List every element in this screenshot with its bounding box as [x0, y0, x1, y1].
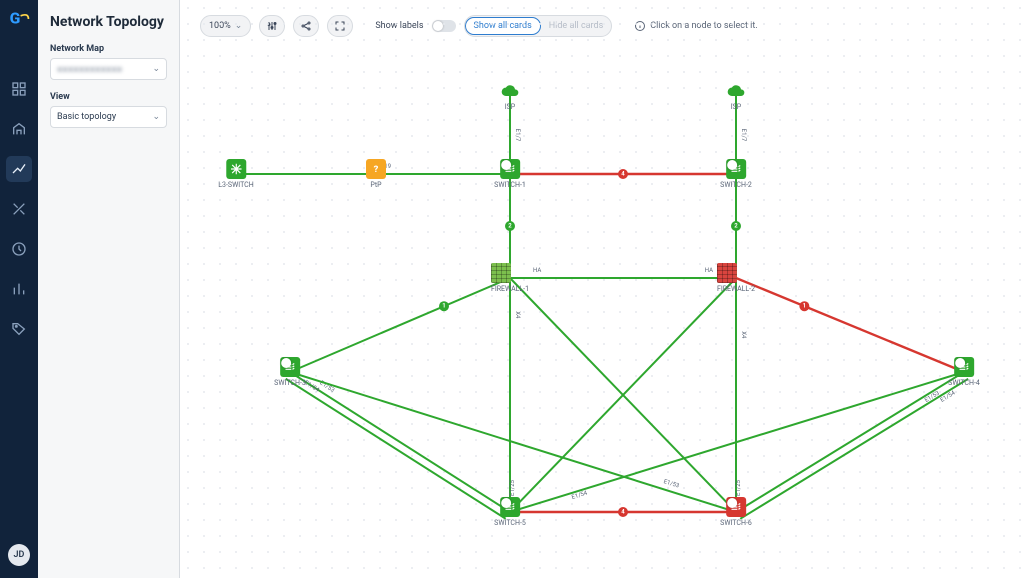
- svg-text:E1/25: E1/25: [735, 479, 742, 496]
- node-label: SWITCH-1: [494, 181, 526, 189]
- svg-text:4: 4: [621, 171, 625, 178]
- svg-text:1: 1: [442, 303, 445, 310]
- chevron-down-icon: ⌄: [152, 112, 160, 122]
- node-isp1[interactable]: ISP: [500, 81, 520, 111]
- node-sw2[interactable]: SWITCH-2: [720, 159, 752, 189]
- node-label: L3-SWITCH: [218, 181, 253, 189]
- svg-text:HA: HA: [705, 267, 713, 274]
- node-isp2[interactable]: ISP: [726, 81, 746, 111]
- node-sw5[interactable]: SWITCH-5: [494, 497, 526, 527]
- svg-text:E1/7: E1/7: [740, 129, 747, 142]
- svg-text:E1/53: E1/53: [663, 478, 680, 489]
- node-label: SWITCH-2: [720, 181, 752, 189]
- node-sw1[interactable]: SWITCH-1: [494, 159, 526, 189]
- svg-text:G: G: [10, 9, 21, 28]
- node-l3[interactable]: L3-SWITCH: [218, 159, 253, 189]
- node-fw2[interactable]: FIREWALL-2: [717, 263, 755, 293]
- app-logo: G: [8, 8, 30, 30]
- node-ptp[interactable]: ? PtP: [366, 159, 386, 189]
- side-panel: Network Topology Network Map ●●●●●●●●●●●…: [38, 0, 180, 578]
- node-label: ISP: [726, 103, 746, 111]
- svg-text:4: 4: [621, 509, 625, 516]
- svg-text:?: ?: [374, 164, 379, 175]
- node-label: ISP: [500, 103, 520, 111]
- node-label: SWITCH-3: [274, 379, 306, 387]
- svg-text:E1/25: E1/25: [509, 479, 516, 496]
- node-label: FIREWALL-2: [717, 285, 755, 293]
- node-fw1[interactable]: FIREWALL-1: [491, 263, 529, 293]
- svg-text:X4: X4: [514, 311, 521, 319]
- map-label: Network Map: [50, 44, 167, 54]
- nav-alerts[interactable]: [6, 196, 32, 222]
- node-sw3[interactable]: SWITCH-3: [274, 357, 306, 387]
- node-label: SWITCH-5: [494, 519, 526, 527]
- svg-text:2: 2: [508, 223, 512, 230]
- user-avatar[interactable]: JD: [8, 544, 30, 566]
- node-label: SWITCH-6: [720, 519, 752, 527]
- chevron-down-icon: ⌄: [152, 64, 160, 74]
- node-sw6[interactable]: SWITCH-6: [720, 497, 752, 527]
- nav-dashboard[interactable]: [6, 76, 32, 102]
- svg-text:E1/7: E1/7: [514, 129, 521, 142]
- node-sw4[interactable]: SWITCH-4: [948, 357, 980, 387]
- svg-text:2: 2: [734, 223, 738, 230]
- nav-reports[interactable]: [6, 276, 32, 302]
- nav-rail: G JD: [0, 0, 38, 578]
- view-label: View: [50, 92, 167, 102]
- nav-topology[interactable]: [6, 156, 32, 182]
- node-label: PtP: [366, 181, 386, 189]
- svg-text:HA: HA: [533, 267, 541, 274]
- map-select[interactable]: ●●●●●●●●●●●●⌄: [50, 58, 167, 80]
- page-title: Network Topology: [50, 14, 167, 30]
- node-label: FIREWALL-1: [491, 285, 529, 293]
- topology-canvas[interactable]: E1/7E1/7E1/19422HAHA11X4X4E1/53E1/54E1/5…: [180, 0, 1024, 578]
- nav-history[interactable]: [6, 236, 32, 262]
- svg-text:X4: X4: [740, 331, 747, 339]
- svg-text:E1/54: E1/54: [939, 389, 957, 404]
- edges-layer: E1/7E1/7E1/19422HAHA11X4X4E1/53E1/54E1/5…: [180, 0, 1024, 578]
- svg-text:1: 1: [803, 303, 806, 310]
- view-select[interactable]: Basic topology⌄: [50, 106, 167, 128]
- nav-tags[interactable]: [6, 316, 32, 342]
- svg-text:E1/54: E1/54: [571, 489, 589, 501]
- node-label: SWITCH-4: [948, 379, 980, 387]
- nav-inventory[interactable]: [6, 116, 32, 142]
